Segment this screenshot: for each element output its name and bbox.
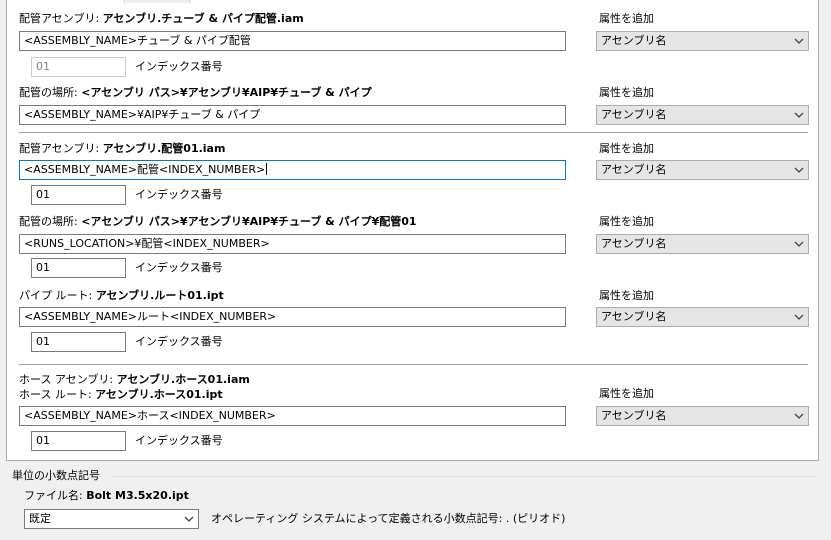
run-location-caption: 配管の場所: <アセンブリ パス>¥アセンブリ¥AIP¥チューブ & パイプ¥配… bbox=[19, 215, 417, 228]
add-attribute-dropdown[interactable]: アセンブリ名 bbox=[596, 307, 809, 327]
hose-name-input[interactable]: <ASSEMBLY_NAME>ホース<INDEX_NUMBER> bbox=[19, 406, 566, 426]
run-assembly-name-input[interactable]: <ASSEMBLY_NAME>配管<INDEX_NUMBER> bbox=[19, 160, 566, 180]
run-assembly-caption: 配管アセンブリ: アセンブリ.配管01.iam bbox=[19, 142, 226, 155]
pipe-route-caption: パイプ ルート: アセンブリ.ルート01.ipt bbox=[19, 289, 224, 302]
decimal-description: オペレーティング システムによって定義される小数点記号: . (ピリオド) bbox=[211, 512, 566, 525]
hose-assembly-caption: ホース アセンブリ: アセンブリ.ホース01.iam bbox=[19, 373, 250, 386]
decimal-group-title: 単位の小数点記号 bbox=[12, 469, 100, 482]
hose-route-caption: ホース ルート: アセンブリ.ホース01.ipt bbox=[19, 388, 223, 401]
chevron-down-icon bbox=[794, 167, 804, 173]
chevron-down-icon bbox=[184, 516, 194, 522]
add-attribute-dropdown[interactable]: アセンブリ名 bbox=[596, 105, 809, 125]
run-location-input[interactable]: <RUNS_LOCATION>¥配管<INDEX_NUMBER> bbox=[19, 234, 566, 254]
index-number-input[interactable]: 01 bbox=[31, 431, 126, 451]
tube-pipe-location-caption: 配管の場所: <アセンブリ パス>¥アセンブリ¥AIP¥チューブ & パイプ bbox=[19, 86, 372, 99]
tube-pipe-location-input[interactable]: <ASSEMBLY_NAME>¥AIP¥チューブ & パイプ bbox=[19, 105, 566, 125]
decimal-file-caption: ファイル名: Bolt M3.5x20.ipt bbox=[24, 489, 189, 502]
add-attribute-label: 属性を追加 bbox=[599, 12, 654, 25]
index-number-input[interactable]: 01 bbox=[31, 57, 126, 77]
add-attribute-dropdown[interactable]: アセンブリ名 bbox=[596, 31, 809, 51]
add-attribute-label: 属性を追加 bbox=[599, 289, 654, 302]
add-attribute-label: 属性を追加 bbox=[599, 215, 654, 228]
tube-pipe-assembly-caption: 配管アセンブリ: アセンブリ.チューブ & パイプ配管.iam bbox=[19, 12, 304, 25]
index-number-label: インデックス番号 bbox=[135, 434, 223, 447]
add-attribute-label: 属性を追加 bbox=[599, 387, 654, 400]
text-caret bbox=[266, 163, 268, 175]
chevron-down-icon bbox=[794, 38, 804, 44]
add-attribute-dropdown[interactable]: アセンブリ名 bbox=[596, 406, 809, 426]
pipe-route-name-input[interactable]: <ASSEMBLY_NAME>ルート<INDEX_NUMBER> bbox=[19, 307, 566, 327]
decimal-separator-select[interactable]: 既定 bbox=[24, 509, 199, 529]
section-divider bbox=[19, 132, 808, 133]
section-divider bbox=[19, 364, 808, 365]
group-divider bbox=[112, 476, 817, 477]
index-number-input[interactable]: 01 bbox=[31, 258, 126, 278]
add-attribute-dropdown[interactable]: アセンブリ名 bbox=[596, 160, 809, 180]
naming-panel: 配管アセンブリ: アセンブリ.チューブ & パイプ配管.iam <ASSEMBL… bbox=[6, 0, 819, 461]
index-number-input[interactable]: 01 bbox=[31, 332, 126, 352]
tab-edge bbox=[124, 0, 190, 3]
chevron-down-icon bbox=[794, 413, 804, 419]
index-number-label: インデックス番号 bbox=[135, 335, 223, 348]
tube-pipe-assembly-name-input[interactable]: <ASSEMBLY_NAME>チューブ & パイプ配管 bbox=[19, 31, 566, 51]
add-attribute-label: 属性を追加 bbox=[599, 86, 654, 99]
chevron-down-icon bbox=[794, 112, 804, 118]
chevron-down-icon bbox=[794, 241, 804, 247]
index-number-label: インデックス番号 bbox=[135, 188, 223, 201]
add-attribute-dropdown[interactable]: アセンブリ名 bbox=[596, 234, 809, 254]
chevron-down-icon bbox=[794, 314, 804, 320]
add-attribute-label: 属性を追加 bbox=[599, 142, 654, 155]
index-number-label: インデックス番号 bbox=[135, 60, 223, 73]
index-number-label: インデックス番号 bbox=[135, 261, 223, 274]
index-number-input[interactable]: 01 bbox=[31, 185, 126, 205]
